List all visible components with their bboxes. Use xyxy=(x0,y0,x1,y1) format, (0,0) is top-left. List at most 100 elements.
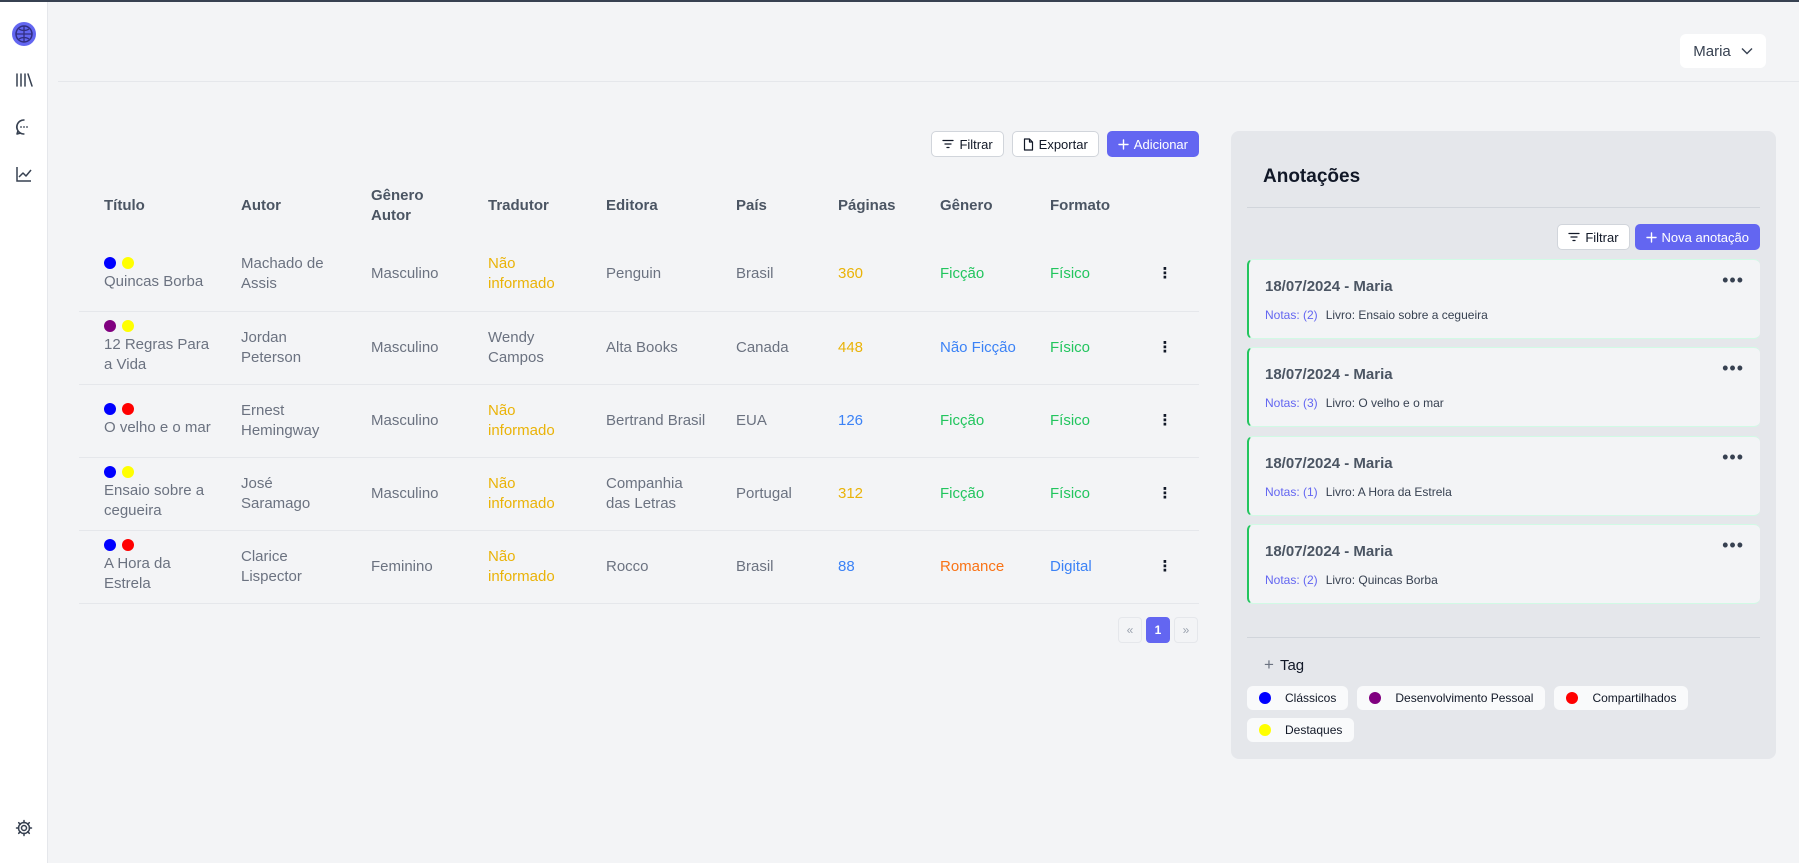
note-header: 18/07/2024 - Maria xyxy=(1265,543,1393,560)
tag-list: Clássicos Desenvolvimento Pessoal Compar… xyxy=(1247,686,1760,742)
note-card[interactable]: 18/07/2024 - Maria ••• Notas: (3) Livro:… xyxy=(1247,347,1760,427)
chevron-down-icon xyxy=(1741,48,1753,55)
add-tag-label: Tag xyxy=(1279,656,1305,674)
column-header-country[interactable]: País xyxy=(711,174,813,238)
column-header-format[interactable]: Formato xyxy=(1025,174,1130,238)
note-body: Notas: (2) Livro: Quincas Borba xyxy=(1265,573,1438,587)
filter-button-label: Filtrar xyxy=(959,136,993,152)
column-header-author[interactable]: Autor xyxy=(216,174,346,238)
book-title: A Hora da Estrela xyxy=(104,555,171,592)
column-header-pages[interactable]: Páginas xyxy=(813,174,915,238)
note-body: Notas: (3) Livro: O velho e o mar xyxy=(1265,396,1444,410)
add-button[interactable]: Adicionar xyxy=(1106,131,1199,157)
tag-dot xyxy=(122,403,134,415)
book-title: Ensaio sobre a cegueira xyxy=(104,482,205,519)
cell-translator: Não informado xyxy=(463,530,581,604)
pagination-prev[interactable]: « xyxy=(1118,617,1142,643)
tag-dot xyxy=(104,256,116,269)
tag-chip[interactable]: Desenvolvimento Pessoal xyxy=(1357,686,1546,710)
row-menu-icon[interactable]: ⋮ xyxy=(1155,557,1175,577)
note-card[interactable]: 18/07/2024 - Maria ••• Notas: (2) Livro:… xyxy=(1247,259,1760,339)
cell-title: A Hora da Estrela xyxy=(79,530,216,604)
table-row[interactable]: O velho e o mar Ernest Hemingway Masculi… xyxy=(79,384,1199,458)
cell-format: Físico xyxy=(1025,311,1130,385)
more-horizontal-icon[interactable]: ••• xyxy=(1722,270,1744,291)
cell-genre: Ficção xyxy=(915,457,1025,531)
row-menu-icon[interactable]: ⋮ xyxy=(1155,484,1175,504)
app-logo[interactable] xyxy=(0,19,48,49)
more-horizontal-icon[interactable]: ••• xyxy=(1722,447,1744,468)
table-row[interactable]: Ensaio sobre a cegueira José Saramago Ma… xyxy=(79,457,1199,531)
cell-author-gender: Masculino xyxy=(346,384,463,458)
tag-dots xyxy=(104,320,216,332)
user-select[interactable]: Maria xyxy=(1680,34,1766,68)
add-tag-button[interactable]: + Tag xyxy=(1264,655,1304,675)
tag-color-dot xyxy=(1369,692,1382,704)
book-title: Quincas Borba xyxy=(104,272,204,290)
cell-author: José Saramago xyxy=(216,457,346,531)
tag-chip[interactable]: Destaques xyxy=(1247,718,1355,742)
tag-dot xyxy=(104,466,116,478)
sidebar-item-settings[interactable] xyxy=(0,813,48,843)
table-row[interactable]: Quincas Borba Machado de Assis Masculino… xyxy=(79,238,1199,312)
tag-chip[interactable]: Compartilhados xyxy=(1554,686,1689,710)
column-header-author-gender[interactable]: Gênero Autor xyxy=(346,174,463,238)
cell-title: Quincas Borba xyxy=(79,238,216,312)
note-count: Notas: (1) xyxy=(1265,485,1318,499)
pagination: « 1 » xyxy=(1118,617,1198,643)
tag-chip[interactable]: Clássicos xyxy=(1247,686,1349,710)
note-card[interactable]: 18/07/2024 - Maria ••• Notas: (1) Livro:… xyxy=(1247,436,1760,516)
cell-pages: 312 xyxy=(813,457,915,531)
tag-dots xyxy=(104,256,216,269)
cell-genre: Não Ficção xyxy=(915,311,1025,385)
cell-country: Portugal xyxy=(711,457,813,531)
cell-author: Ernest Hemingway xyxy=(216,384,346,458)
table-header-row: Título Autor Gênero Autor Tradutor Edito… xyxy=(79,174,1199,238)
row-menu-icon[interactable]: ⋮ xyxy=(1155,264,1175,284)
new-note-label: Nova anotação xyxy=(1661,229,1749,245)
cell-author: Clarice Lispector xyxy=(216,530,346,604)
plus-icon xyxy=(1118,138,1129,150)
note-header: 18/07/2024 - Maria xyxy=(1265,366,1393,383)
note-card[interactable]: 18/07/2024 - Maria ••• Notas: (2) Livro:… xyxy=(1247,524,1760,604)
pagination-next[interactable]: » xyxy=(1174,617,1198,643)
cell-format: Digital xyxy=(1025,530,1130,604)
tag-color-dot xyxy=(1259,724,1271,736)
notes-panel: Anotações Filtrar Nova anotação 18/07/20… xyxy=(1231,131,1776,759)
more-horizontal-icon[interactable]: ••• xyxy=(1722,535,1744,556)
sidebar-item-library[interactable] xyxy=(0,65,48,95)
note-book: Livro: A Hora da Estrela xyxy=(1325,485,1452,499)
row-menu-icon[interactable]: ⋮ xyxy=(1155,411,1175,431)
cell-author-gender: Masculino xyxy=(346,457,463,531)
gear-icon xyxy=(15,819,33,837)
column-header-genre[interactable]: Gênero xyxy=(915,174,1025,238)
new-note-button[interactable]: Nova anotação xyxy=(1634,224,1760,250)
sidebar-item-chat[interactable] xyxy=(0,112,48,142)
cell-country: EUA xyxy=(711,384,813,458)
row-menu-icon[interactable]: ⋮ xyxy=(1155,338,1175,358)
notes-actions: Filtrar Nova anotação xyxy=(1557,224,1760,250)
cell-genre: Ficção xyxy=(915,384,1025,458)
notes-filter-button[interactable]: Filtrar xyxy=(1557,224,1630,250)
cell-pages: 360 xyxy=(813,238,915,312)
book-title: 12 Regras Para a Vida xyxy=(104,336,210,373)
pagination-page[interactable]: 1 xyxy=(1146,617,1170,643)
table-row[interactable]: 12 Regras Para a Vida Jordan Peterson Ma… xyxy=(79,311,1199,385)
more-horizontal-icon[interactable]: ••• xyxy=(1722,358,1744,379)
cell-pages: 88 xyxy=(813,530,915,604)
line-chart-icon xyxy=(16,167,32,182)
filter-button[interactable]: Filtrar xyxy=(931,131,1004,157)
note-header: 18/07/2024 - Maria xyxy=(1265,455,1393,472)
column-header-translator[interactable]: Tradutor xyxy=(463,174,581,238)
cell-title: O velho e o mar xyxy=(79,384,216,458)
column-header-title[interactable]: Título xyxy=(79,174,216,238)
plus-icon xyxy=(1645,231,1657,243)
cell-actions: ⋮ xyxy=(1130,238,1199,312)
column-header-publisher[interactable]: Editora xyxy=(581,174,711,238)
sidebar-item-stats[interactable] xyxy=(0,159,48,189)
table-row[interactable]: A Hora da Estrela Clarice Lispector Femi… xyxy=(79,530,1199,604)
cell-author: Machado de Assis xyxy=(216,238,346,312)
books-table: Título Autor Gênero Autor Tradutor Edito… xyxy=(79,174,1199,604)
export-button[interactable]: Exportar xyxy=(1011,131,1099,157)
tag-color-dot xyxy=(1566,692,1579,704)
